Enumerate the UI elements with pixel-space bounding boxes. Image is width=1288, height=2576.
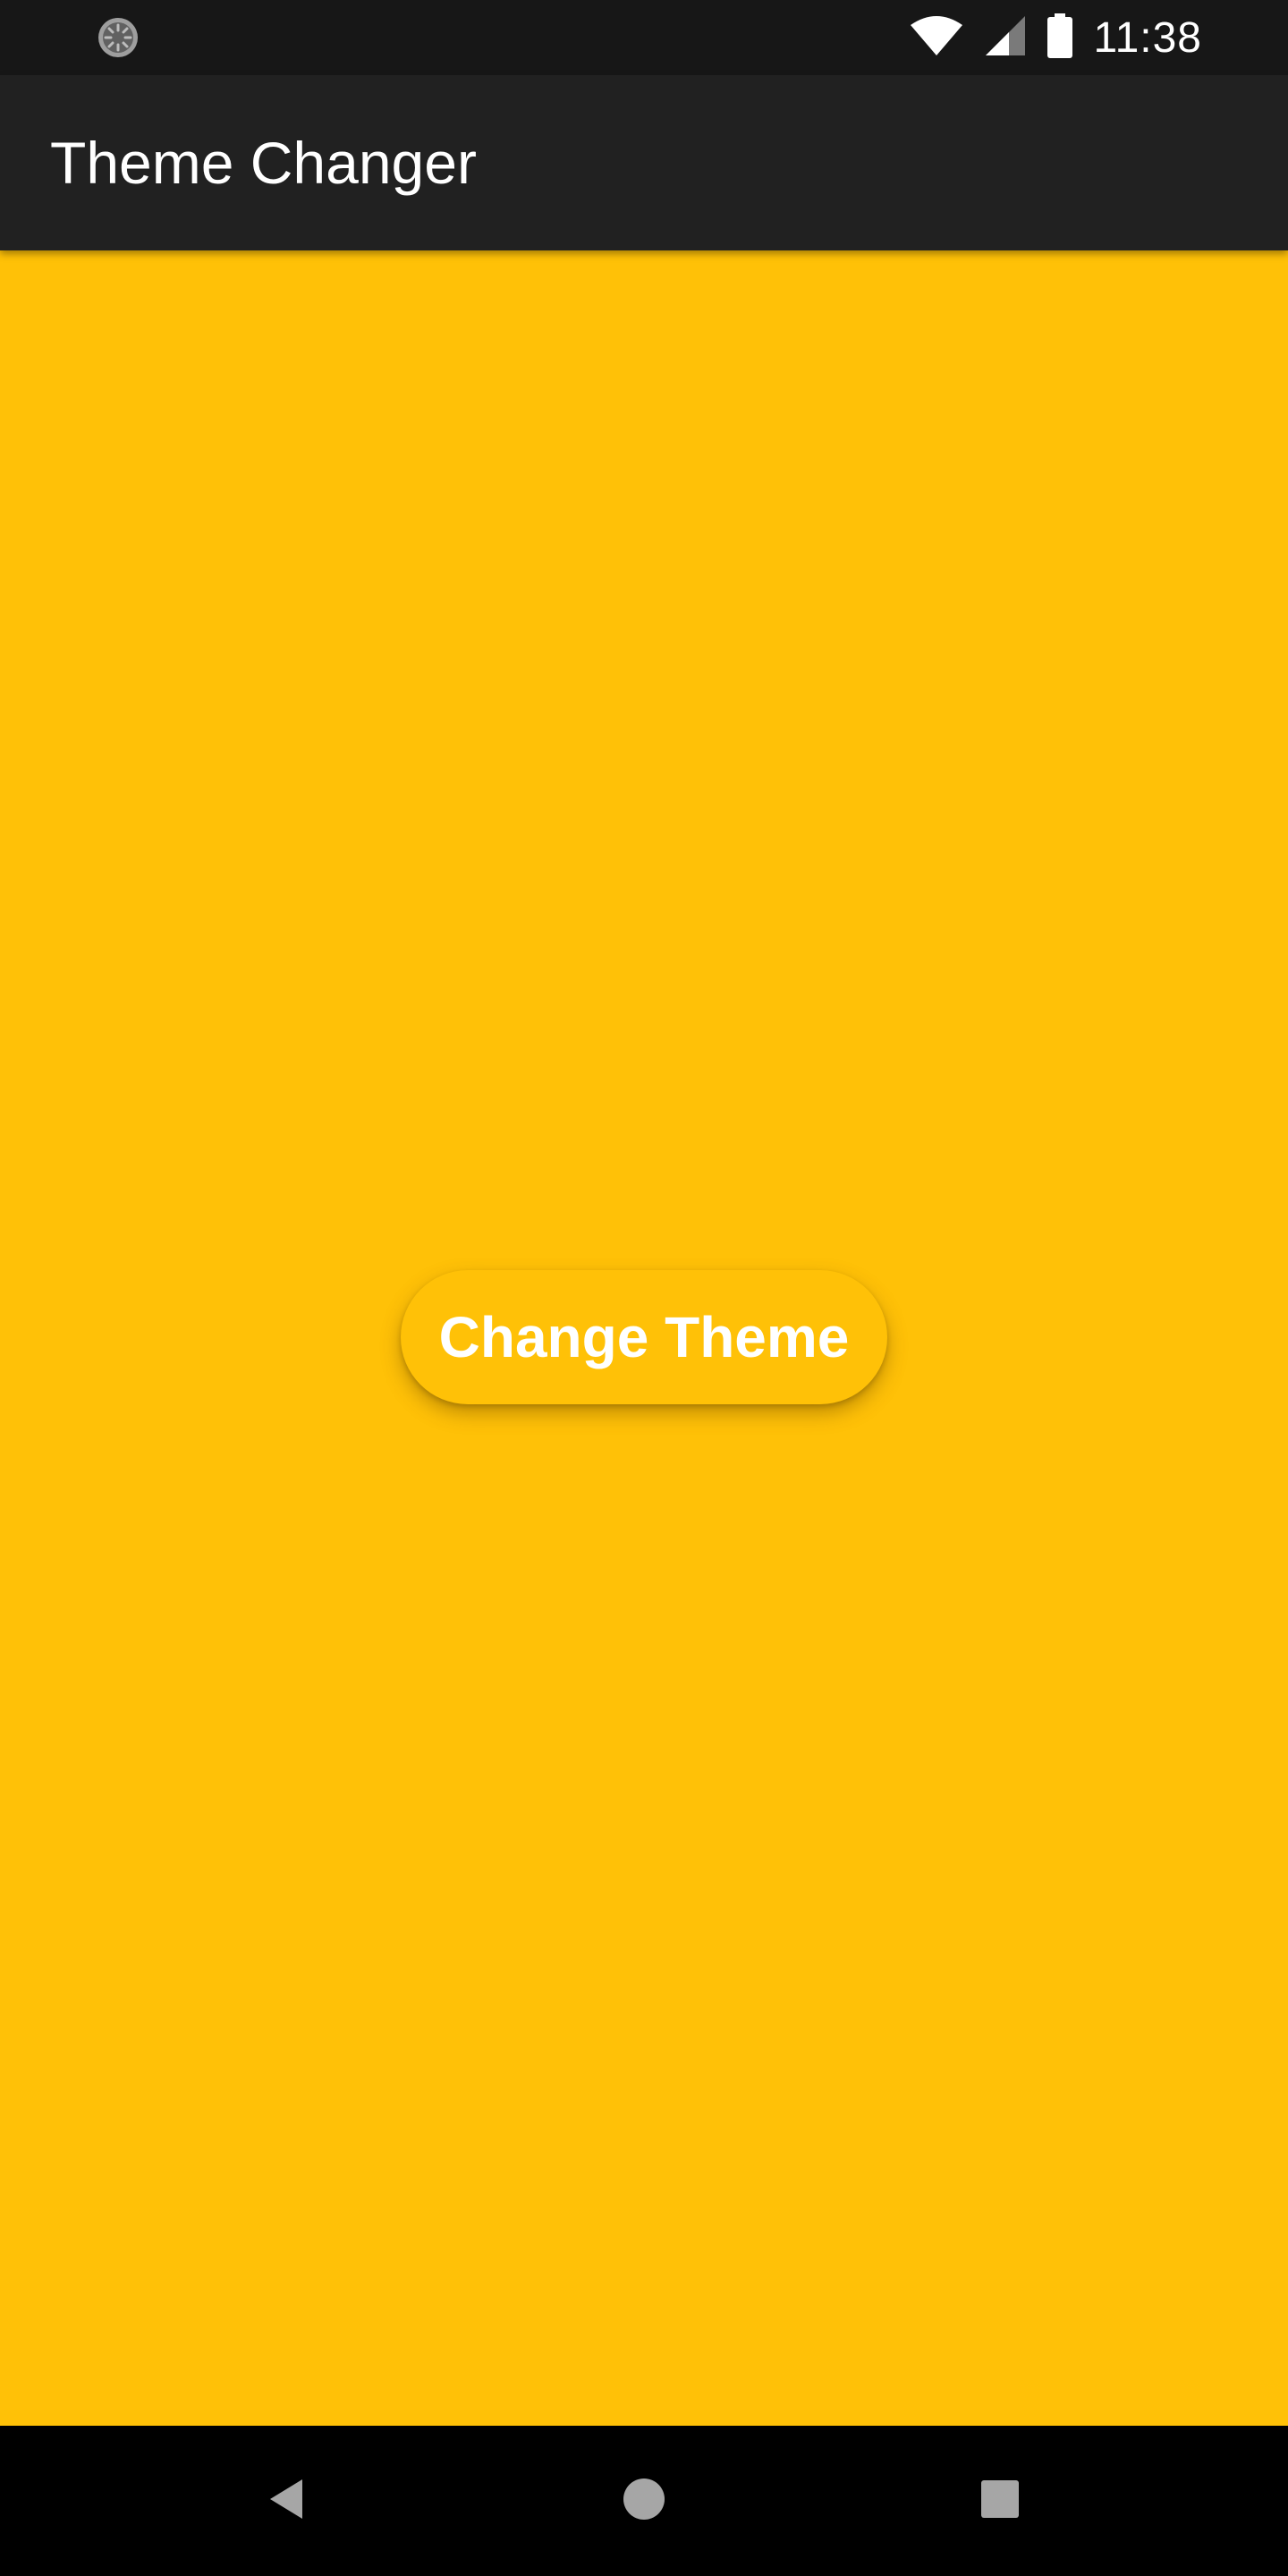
back-button[interactable] [242,2456,331,2546]
navigation-bar [0,2426,1288,2576]
main-content: Change Theme [0,250,1288,2426]
app-screen: 11:38 Theme Changer Change Theme [0,0,1288,2576]
status-time: 11:38 [1093,13,1202,62]
home-button[interactable] [599,2456,689,2546]
app-title: Theme Changer [50,130,477,196]
battery-icon [1046,13,1073,63]
home-icon [623,2478,665,2525]
cellular-signal-icon [984,14,1027,62]
sync-loading-icon [97,16,140,59]
back-icon [267,2478,306,2525]
recents-icon [980,2479,1020,2523]
recents-button[interactable] [955,2456,1045,2546]
wifi-icon [909,14,964,62]
status-icons: 11:38 [909,0,1202,75]
app-bar: Theme Changer [0,75,1288,250]
change-theme-button[interactable]: Change Theme [401,1270,887,1404]
status-bar: 11:38 [0,0,1288,75]
